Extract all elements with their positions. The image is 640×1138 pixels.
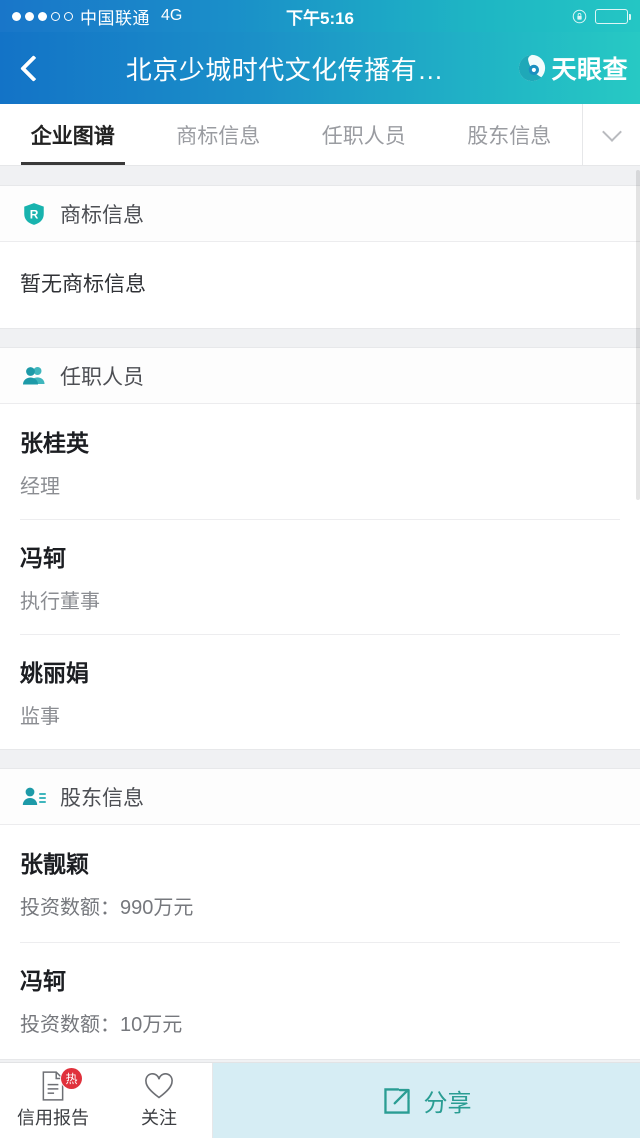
svg-text:R: R	[30, 207, 39, 221]
personnel-row[interactable]: 张桂英 经理	[0, 404, 640, 519]
section-gap	[0, 749, 640, 769]
bottom-toolbar: 热 信用报告 关注 分享	[0, 1062, 640, 1138]
shareholder-row[interactable]: 张靓颖 投资数额：990万元	[0, 825, 640, 942]
app-screen: 中国联通 4G 下午5:16 北京少城时代文化传播有… 天眼查 企业图谱 商标信…	[0, 0, 640, 1138]
tab-trademark[interactable]: 商标信息	[146, 104, 292, 165]
tab-enterprise-graph[interactable]: 企业图谱	[0, 104, 146, 165]
content-area: R 商标信息 暂无商标信息 任职人员 张桂英 经理 冯轲 执行董事 姚丽娟 监事…	[0, 166, 640, 1079]
tab-personnel[interactable]: 任职人员	[291, 104, 437, 165]
share-label: 分享	[423, 1090, 472, 1117]
credit-report-label: 信用报告	[17, 1108, 89, 1128]
back-button[interactable]	[0, 32, 60, 104]
section-title: 商标信息	[60, 203, 144, 227]
person-name: 冯轲	[20, 545, 66, 571]
personnel-row[interactable]: 冯轲 执行董事	[0, 519, 640, 634]
chevron-down-icon	[601, 121, 622, 142]
section-title: 股东信息	[60, 786, 144, 810]
brand-name: 天眼查	[551, 56, 628, 84]
shareholder-row[interactable]: 冯轲 投资数额：10万元	[0, 942, 640, 1059]
trademark-empty-text: 暂无商标信息	[20, 273, 146, 296]
trademark-shield-icon: R	[20, 200, 48, 228]
follow-button[interactable]: 关注	[106, 1063, 212, 1138]
shareholder-name: 冯轲	[20, 968, 66, 994]
status-bar-right	[572, 8, 631, 24]
document-icon: 热	[40, 1068, 82, 1101]
tab-shareholders[interactable]: 股东信息	[437, 104, 583, 165]
tab-list: 企业图谱 商标信息 任职人员 股东信息	[0, 104, 582, 165]
tab-bar: 企业图谱 商标信息 任职人员 股东信息	[0, 104, 640, 166]
credit-report-button[interactable]: 热 信用报告	[0, 1063, 106, 1138]
lock-icon	[572, 9, 587, 23]
signal-strength-icon	[12, 11, 73, 21]
tab-more-button[interactable]	[582, 104, 640, 165]
battery-icon	[595, 8, 631, 24]
section-header-shareholders[interactable]: 股东信息	[0, 769, 640, 825]
section-title: 任职人员	[60, 365, 144, 389]
brand-logo[interactable]: 天眼查	[517, 50, 640, 86]
person-list-icon	[20, 783, 48, 811]
network-type-label: 4G	[161, 7, 183, 24]
hot-badge: 热	[61, 1068, 82, 1089]
heart-icon	[144, 1071, 174, 1101]
section-header-personnel[interactable]: 任职人员	[0, 348, 640, 404]
person-role: 监事	[20, 706, 60, 728]
follow-label: 关注	[141, 1108, 177, 1128]
shareholder-amount: 投资数额：10万元	[20, 1014, 183, 1036]
shareholder-name: 张靓颖	[20, 851, 89, 877]
person-name: 姚丽娟	[20, 660, 89, 686]
back-chevron-icon	[19, 54, 47, 82]
two-people-icon	[20, 362, 48, 390]
status-bar-left: 中国联通 4G	[12, 4, 182, 29]
nav-bar: 北京少城时代文化传播有… 天眼查	[0, 32, 640, 104]
share-button[interactable]: 分享	[213, 1063, 640, 1138]
personnel-row[interactable]: 姚丽娟 监事	[0, 634, 640, 749]
section-gap	[0, 166, 640, 186]
person-role: 执行董事	[20, 591, 100, 613]
page-title: 北京少城时代文化传播有…	[125, 54, 444, 85]
section-gap	[0, 328, 640, 348]
carrier-label: 中国联通	[80, 8, 150, 28]
section-header-trademark[interactable]: R 商标信息	[0, 186, 640, 242]
shareholder-amount: 投资数额：990万元	[20, 897, 194, 919]
person-name: 张桂英	[20, 430, 89, 456]
share-icon	[383, 1087, 410, 1114]
tianyancha-logo-icon	[519, 54, 546, 82]
scrollbar[interactable]	[636, 170, 640, 500]
person-role: 经理	[20, 476, 60, 498]
status-bar: 中国联通 4G 下午5:16	[0, 0, 640, 32]
